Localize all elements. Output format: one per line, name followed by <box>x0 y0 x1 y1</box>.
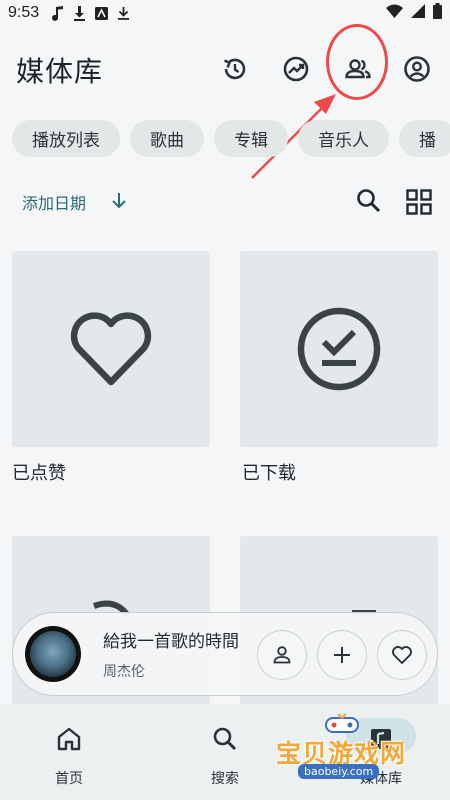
nav-home-label: 首页 <box>55 771 83 787</box>
album-art-image <box>30 631 76 677</box>
grid-view-icon[interactable] <box>406 189 432 215</box>
status-bar: 9:53 <box>0 0 450 26</box>
add-button[interactable] <box>317 630 367 680</box>
status-right-icons <box>386 3 442 23</box>
search-icon <box>213 727 237 751</box>
chip-artists[interactable]: 音乐人 <box>298 120 389 157</box>
filter-chips: 播放列表 歌曲 专辑 音乐人 播 <box>12 120 450 158</box>
liked-songs-label: 已点赞 <box>12 463 66 484</box>
heart-icon <box>70 312 152 386</box>
download-icon <box>73 5 86 21</box>
chip-podcasts[interactable]: 播 <box>399 120 450 157</box>
song-title[interactable]: 給我一首歌的時間 <box>103 627 248 652</box>
sort-button[interactable]: 添加日期 <box>22 190 86 214</box>
mini-player[interactable]: 給我一首歌的時間 周杰伦 <box>12 612 438 696</box>
chip-songs[interactable]: 歌曲 <box>130 120 204 157</box>
download-icon <box>117 6 130 20</box>
gamepad-icon <box>325 713 359 733</box>
nav-search-label: 搜索 <box>211 771 239 787</box>
nav-home[interactable]: 首页 <box>29 724 109 788</box>
chip-albums[interactable]: 专辑 <box>214 120 288 157</box>
arrow-down-icon[interactable] <box>110 191 128 211</box>
wifi-icon <box>386 4 403 22</box>
status-time: 9:53 <box>8 4 40 21</box>
liked-songs-card[interactable] <box>12 251 210 447</box>
plus-icon <box>334 647 350 663</box>
music-note-icon <box>51 5 64 21</box>
like-button[interactable] <box>377 630 427 680</box>
downloaded-label: 已下载 <box>242 463 296 484</box>
nav-search[interactable]: 搜索 <box>185 724 265 788</box>
status-left-icons <box>51 5 130 21</box>
album-art[interactable] <box>25 626 81 682</box>
person-icon <box>273 646 291 664</box>
page-title: 媒体库 <box>16 55 104 88</box>
news-app-icon <box>95 6 109 20</box>
account-icon[interactable] <box>400 52 434 86</box>
watermark-url: baobeiy.com <box>298 764 380 779</box>
artist-name[interactable]: 周杰伦 <box>103 661 145 681</box>
home-icon <box>57 727 81 751</box>
download-done-icon <box>297 307 381 391</box>
battery-icon <box>433 3 442 23</box>
artist-button[interactable] <box>257 630 307 680</box>
watermark: 宝贝游戏网 baobeiy.com <box>268 712 438 792</box>
chip-playlists[interactable]: 播放列表 <box>12 120 120 157</box>
search-icon[interactable] <box>356 188 382 214</box>
heart-icon <box>392 646 412 664</box>
downloaded-card[interactable] <box>240 251 438 447</box>
signal-icon <box>411 4 425 22</box>
sort-row: 添加日期 <box>22 188 442 218</box>
